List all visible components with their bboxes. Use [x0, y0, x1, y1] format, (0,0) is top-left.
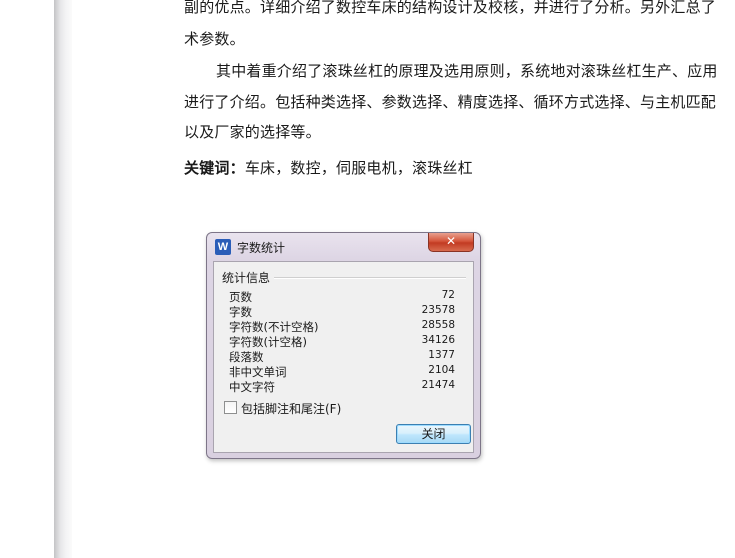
group-title: 统计信息 — [222, 269, 275, 286]
stat-value: 28558 — [421, 319, 455, 331]
close-button[interactable]: 关闭 — [396, 424, 471, 444]
keywords-text: 车床，数控，伺服电机，滚珠丝杠 — [244, 159, 473, 177]
stat-row-non-chinese-words: 非中文单词 2104 — [229, 364, 455, 379]
stat-label: 字符数(不计空格) — [229, 320, 319, 334]
stat-row-chinese-chars: 中文字符 21474 — [229, 379, 455, 394]
close-icon[interactable]: ✕ — [428, 233, 474, 252]
wps-writer-icon: W — [215, 239, 231, 255]
stat-label: 中文字符 — [229, 380, 275, 394]
stat-value: 2104 — [428, 364, 455, 376]
page-edge-shadow — [54, 0, 72, 558]
stat-label: 页数 — [229, 290, 252, 304]
stat-label: 段落数 — [229, 350, 264, 364]
stat-row-words: 字数 23578 — [229, 304, 455, 319]
stat-value: 23578 — [421, 304, 455, 316]
keywords-line: 关键词：车床，数控，伺服电机，滚珠丝杠 — [184, 157, 473, 178]
stat-value: 1377 — [428, 349, 455, 361]
footnotes-checkbox-label[interactable]: 包括脚注和尾注(F) — [241, 400, 341, 417]
checkbox-icon[interactable] — [224, 401, 237, 414]
doc-line-4: 进行了介绍。包括种类选择、参数选择、精度选择、循环方式选择、与主机匹配 — [184, 93, 717, 111]
doc-line-5: 以及厂家的选择等。 — [184, 123, 321, 141]
dialog-title: 字数统计 — [237, 241, 286, 255]
stat-row-paragraphs: 段落数 1377 — [229, 349, 455, 364]
stat-value: 72 — [441, 289, 455, 301]
doc-line-1: 副的优点。详细介绍了数控车床的结构设计及校核，并进行了分析。另外汇总了 — [184, 0, 717, 16]
stat-row-pages: 页数 72 — [229, 289, 455, 304]
word-count-dialog: W 字数统计 ✕ 统计信息 页数 72 字数 23578 字符数(不计空格) 2… — [206, 232, 481, 459]
doc-line-3: 其中着重介绍了滚珠丝杠的原理及选用原则，系统地对滚珠丝杠生产、应用 — [216, 62, 718, 80]
workspace-left-margin — [0, 0, 54, 558]
stat-value: 34126 — [421, 334, 455, 346]
stat-label: 非中文单词 — [229, 365, 287, 379]
stat-label: 字符数(计空格) — [229, 335, 307, 349]
stat-row-chars-with-spaces: 字符数(计空格) 34126 — [229, 334, 455, 349]
dialog-titlebar[interactable]: W 字数统计 ✕ — [207, 233, 480, 261]
doc-line-2: 术参数。 — [184, 30, 245, 48]
dialog-body: 统计信息 页数 72 字数 23578 字符数(不计空格) 28558 字符数(… — [213, 261, 474, 453]
stat-row-chars-no-spaces: 字符数(不计空格) 28558 — [229, 319, 455, 334]
stat-label: 字数 — [229, 305, 252, 319]
group-divider — [274, 277, 466, 279]
stat-value: 21474 — [421, 379, 455, 391]
keywords-label: 关键词： — [184, 159, 245, 177]
